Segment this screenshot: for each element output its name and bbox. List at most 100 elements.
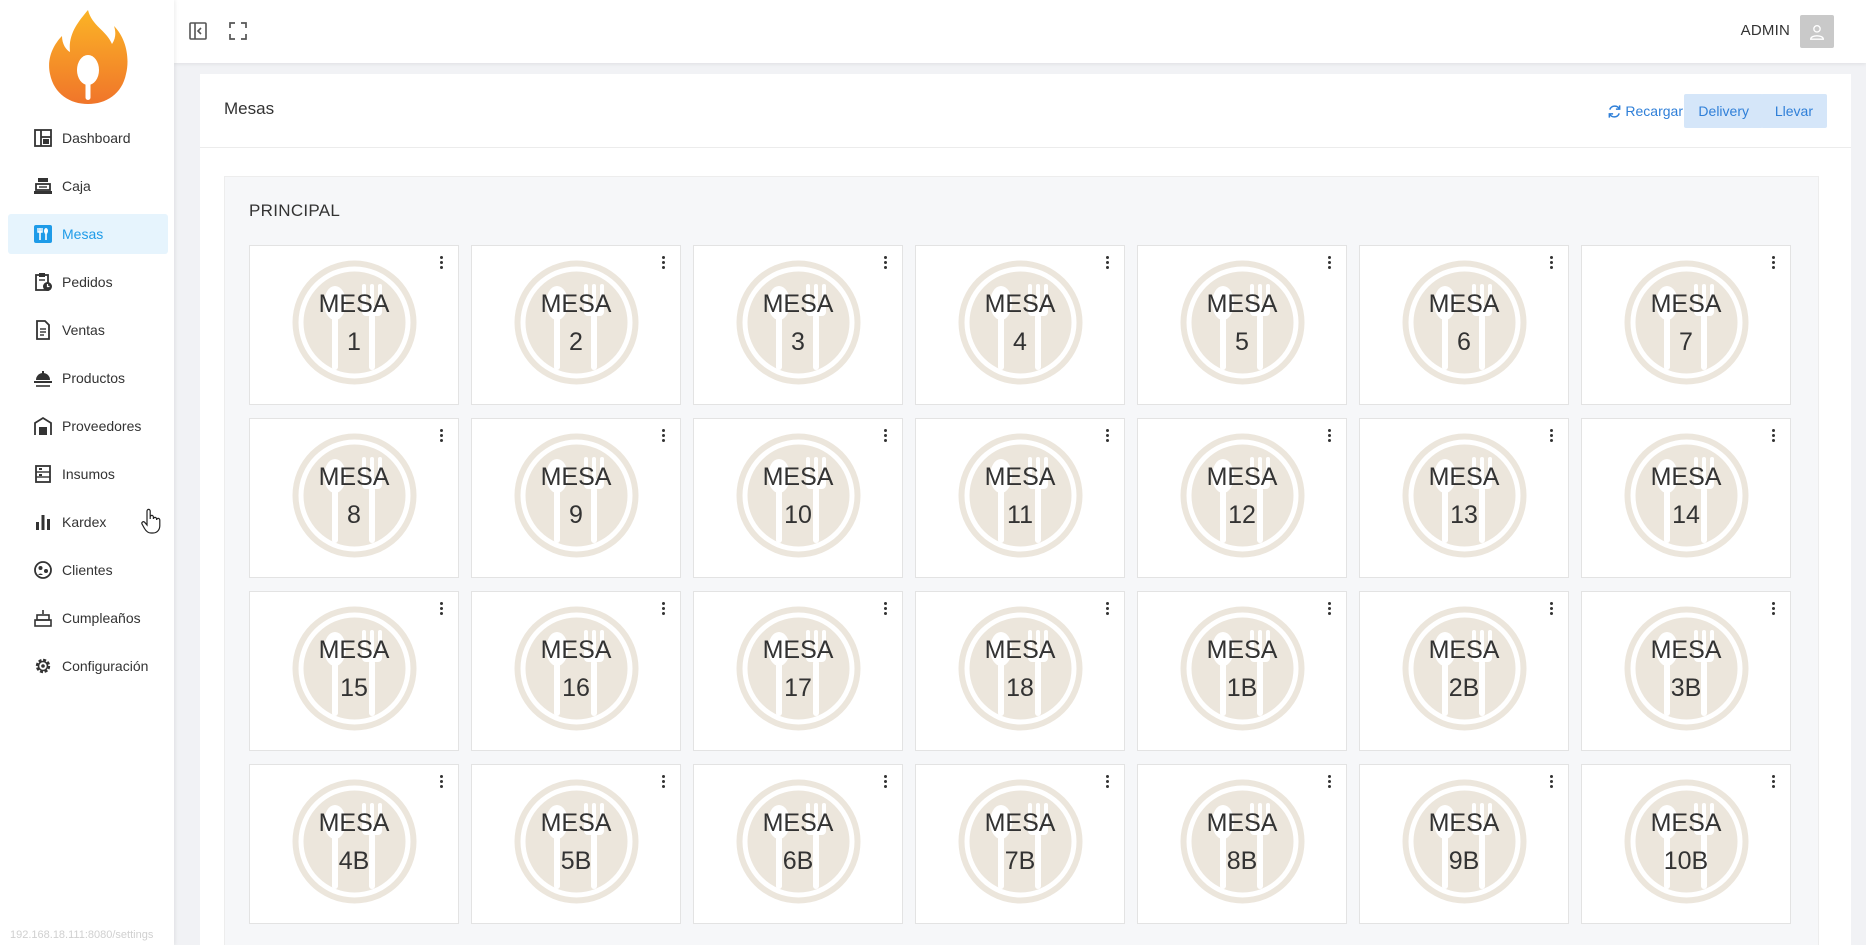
table-label: MESA 11 [984,462,1056,529]
sidebar: Dashboard Caja Mesas Pedidos Ventas Prod… [0,0,174,945]
more-options-icon[interactable] [1322,425,1336,445]
takeaway-button[interactable]: Llevar [1760,94,1827,128]
table-card[interactable]: MESA 2B [1359,591,1569,751]
avatar[interactable] [1800,15,1834,48]
table-card[interactable]: MESA 15 [249,591,459,751]
flame-logo[interactable] [46,8,130,106]
table-label: MESA 13 [1428,462,1500,529]
table-card[interactable]: MESA 7B [915,764,1125,924]
more-options-icon[interactable] [1100,771,1114,791]
more-options-icon[interactable] [434,598,448,618]
more-options-icon[interactable] [434,771,448,791]
table-card[interactable]: MESA 8B [1137,764,1347,924]
more-options-icon[interactable] [1766,252,1780,272]
more-options-icon[interactable] [1322,252,1336,272]
table-card[interactable]: MESA 9 [471,418,681,578]
card-header: Mesas Recargar Delivery Llevar [200,74,1851,148]
page-title: Mesas [224,99,275,118]
table-card[interactable]: MESA 10B [1581,764,1791,924]
sidebar-item-label: Kardex [62,514,107,530]
more-options-icon[interactable] [1544,425,1558,445]
table-card[interactable]: MESA 11 [915,418,1125,578]
user-name[interactable]: ADMIN [1741,22,1790,39]
sidebar-item-cumpleanos[interactable]: Cumpleaños [8,598,168,638]
table-card[interactable]: MESA 3 [693,245,903,405]
sidebar-toggle-icon[interactable] [188,21,208,41]
table-card[interactable]: MESA 2 [471,245,681,405]
table-card[interactable]: MESA 9B [1359,764,1569,924]
table-label: MESA 12 [1206,462,1278,529]
more-options-icon[interactable] [878,771,892,791]
table-card[interactable]: MESA 16 [471,591,681,751]
table-label: MESA 3 [762,289,834,356]
more-options-icon[interactable] [656,425,670,445]
inventory-icon [33,464,53,484]
more-options-icon[interactable] [1322,771,1336,791]
sidebar-item-caja[interactable]: Caja [8,166,168,206]
table-card[interactable]: MESA 4B [249,764,459,924]
sidebar-item-label: Pedidos [62,274,113,290]
more-options-icon[interactable] [1100,252,1114,272]
top-bar: ADMIN [174,0,1866,63]
table-card[interactable]: MESA 1 [249,245,459,405]
sidebar-item-label: Dashboard [62,130,131,146]
table-card[interactable]: MESA 5B [471,764,681,924]
sidebar-item-pedidos[interactable]: Pedidos [8,262,168,302]
table-card[interactable]: MESA 17 [693,591,903,751]
more-options-icon[interactable] [878,425,892,445]
sidebar-item-clientes[interactable]: Clientes [8,550,168,590]
table-card[interactable]: MESA 18 [915,591,1125,751]
document-icon [33,320,53,340]
customers-icon [33,560,53,580]
table-card[interactable]: MESA 12 [1137,418,1347,578]
sidebar-item-mesas[interactable]: Mesas [8,214,168,254]
table-card[interactable]: MESA 3B [1581,591,1791,751]
more-options-icon[interactable] [878,252,892,272]
table-label: MESA 10 [762,462,834,529]
table-card[interactable]: MESA 7 [1581,245,1791,405]
fullscreen-icon[interactable] [228,21,248,41]
more-options-icon[interactable] [656,598,670,618]
sidebar-item-dashboard[interactable]: Dashboard [8,118,168,158]
more-options-icon[interactable] [1544,771,1558,791]
table-card[interactable]: MESA 6 [1359,245,1569,405]
sidebar-item-label: Clientes [62,562,113,578]
table-card[interactable]: MESA 13 [1359,418,1569,578]
sidebar-item-configuracion[interactable]: Configuración [8,646,168,686]
table-label: MESA 5B [540,808,612,875]
table-card[interactable]: MESA 5 [1137,245,1347,405]
area-section: PRINCIPAL MESA 1 MESA 2 MESA 3 MESA 4 MESA 5… [224,176,1819,945]
table-label: MESA 1 [318,289,390,356]
more-options-icon[interactable] [1322,598,1336,618]
table-card[interactable]: MESA 14 [1581,418,1791,578]
more-options-icon[interactable] [1766,425,1780,445]
more-options-icon[interactable] [1766,771,1780,791]
table-card[interactable]: MESA 1B [1137,591,1347,751]
sidebar-item-label: Insumos [62,466,115,482]
more-options-icon[interactable] [1100,598,1114,618]
hand-cursor-icon [140,508,162,534]
more-options-icon[interactable] [878,598,892,618]
more-options-icon[interactable] [656,252,670,272]
more-options-icon[interactable] [434,252,448,272]
dining-table-icon [33,224,53,244]
table-card[interactable]: MESA 10 [693,418,903,578]
more-options-icon[interactable] [434,425,448,445]
sidebar-item-label: Configuración [62,658,149,674]
more-options-icon[interactable] [656,771,670,791]
table-card[interactable]: MESA 6B [693,764,903,924]
reload-button[interactable]: Recargar [1607,94,1683,128]
sidebar-item-insumos[interactable]: Insumos [8,454,168,494]
sidebar-item-ventas[interactable]: Ventas [8,310,168,350]
table-card[interactable]: MESA 8 [249,418,459,578]
sidebar-item-proveedores[interactable]: Proveedores [8,406,168,446]
sidebar-item-label: Mesas [62,226,104,242]
more-options-icon[interactable] [1766,598,1780,618]
gear-icon [33,656,53,676]
table-card[interactable]: MESA 4 [915,245,1125,405]
sidebar-item-productos[interactable]: Productos [8,358,168,398]
more-options-icon[interactable] [1100,425,1114,445]
more-options-icon[interactable] [1544,598,1558,618]
more-options-icon[interactable] [1544,252,1558,272]
delivery-button[interactable]: Delivery [1684,94,1763,128]
